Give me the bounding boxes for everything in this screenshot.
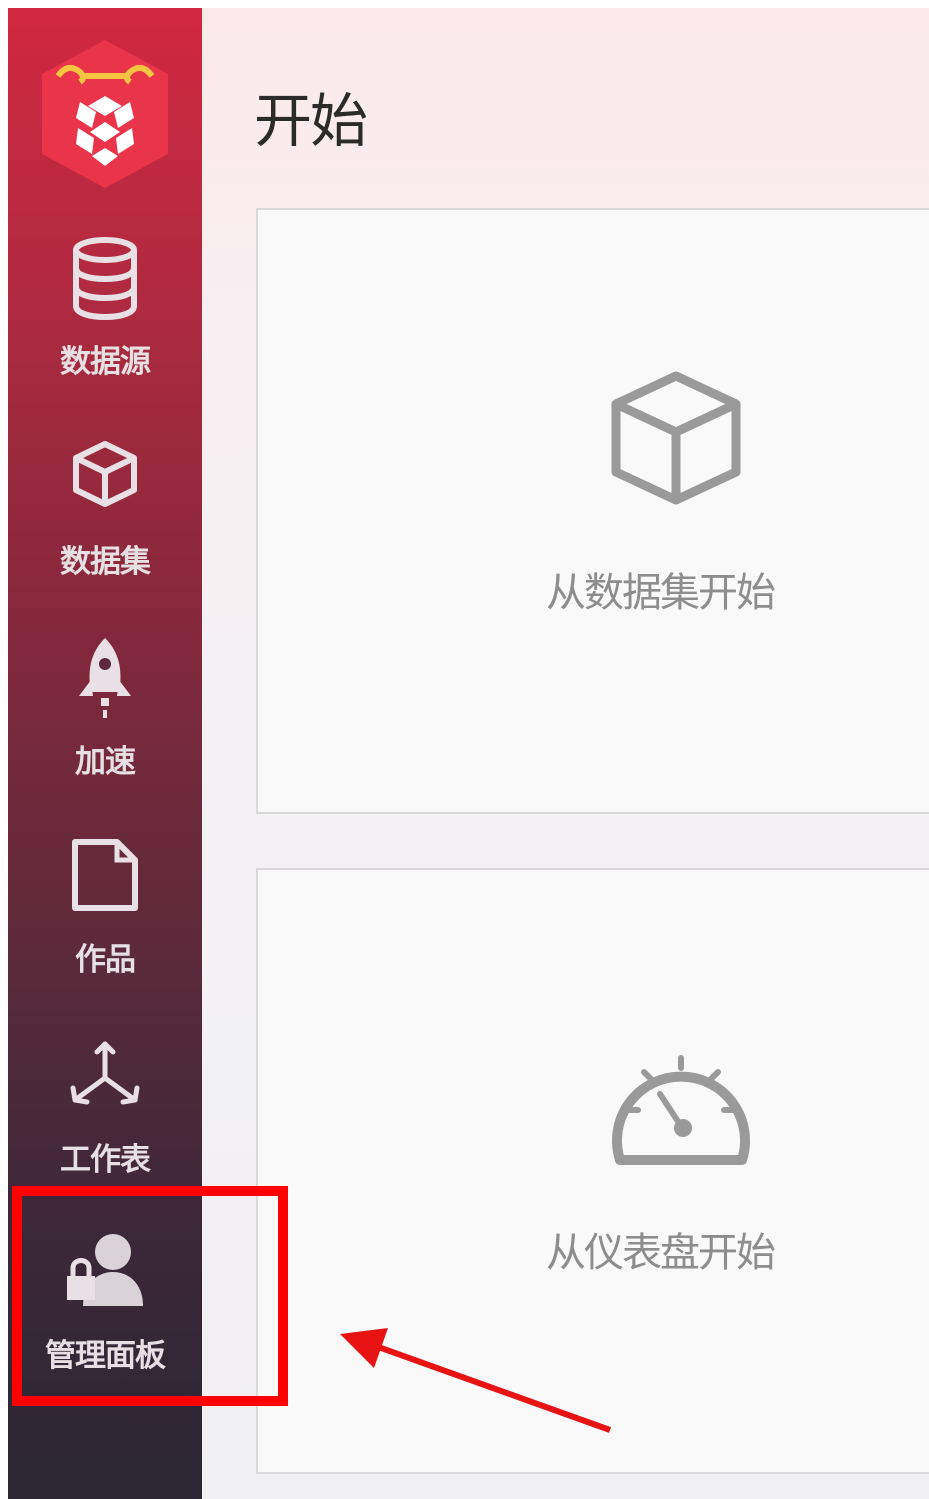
sidebar-item-label: 工作表 — [60, 1142, 151, 1178]
logo-icon[interactable] — [36, 36, 174, 192]
sidebar-item-label: 管理面板 — [45, 1338, 166, 1374]
cube-icon — [608, 370, 744, 510]
start-from-dashboard-card[interactable]: 从仪表盘开始 — [256, 868, 929, 1474]
sidebar-item-works[interactable]: 作品 — [8, 838, 202, 1018]
sidebar-item-dataset[interactable]: 数据集 — [8, 440, 202, 620]
rocket-icon — [75, 636, 135, 724]
app-window: 数据源 数据集 加速 作品 工作表 管理面板 开始 从数据集开始 从仪表盘开始 — [0, 0, 929, 1499]
page-title: 开始 — [254, 87, 368, 155]
gauge-icon — [606, 1036, 756, 1174]
sidebar-item-label: 加速 — [75, 744, 136, 780]
axes-icon — [65, 1038, 145, 1116]
database-icon — [70, 236, 140, 324]
sidebar-item-worksheet[interactable]: 工作表 — [8, 1038, 202, 1218]
sidebar-item-label: 作品 — [75, 942, 136, 978]
sidebar-item-accelerate[interactable]: 加速 — [8, 636, 202, 816]
sidebar: 数据源 数据集 加速 作品 工作表 管理面板 — [8, 8, 202, 1499]
document-icon — [71, 838, 139, 916]
start-from-dataset-card[interactable]: 从数据集开始 — [256, 208, 929, 814]
sidebar-item-label: 数据集 — [60, 544, 151, 580]
cube-icon — [71, 440, 139, 512]
admin-user-lock-icon — [65, 1230, 145, 1310]
sidebar-item-label: 数据源 — [60, 344, 151, 380]
main-content: 开始 从数据集开始 从仪表盘开始 — [202, 8, 929, 1499]
sidebar-item-admin-panel[interactable]: 管理面板 — [8, 1230, 202, 1410]
card-label: 从仪表盘开始 — [546, 1230, 776, 1276]
card-label: 从数据集开始 — [546, 570, 776, 616]
sidebar-item-datasource[interactable]: 数据源 — [8, 236, 202, 416]
